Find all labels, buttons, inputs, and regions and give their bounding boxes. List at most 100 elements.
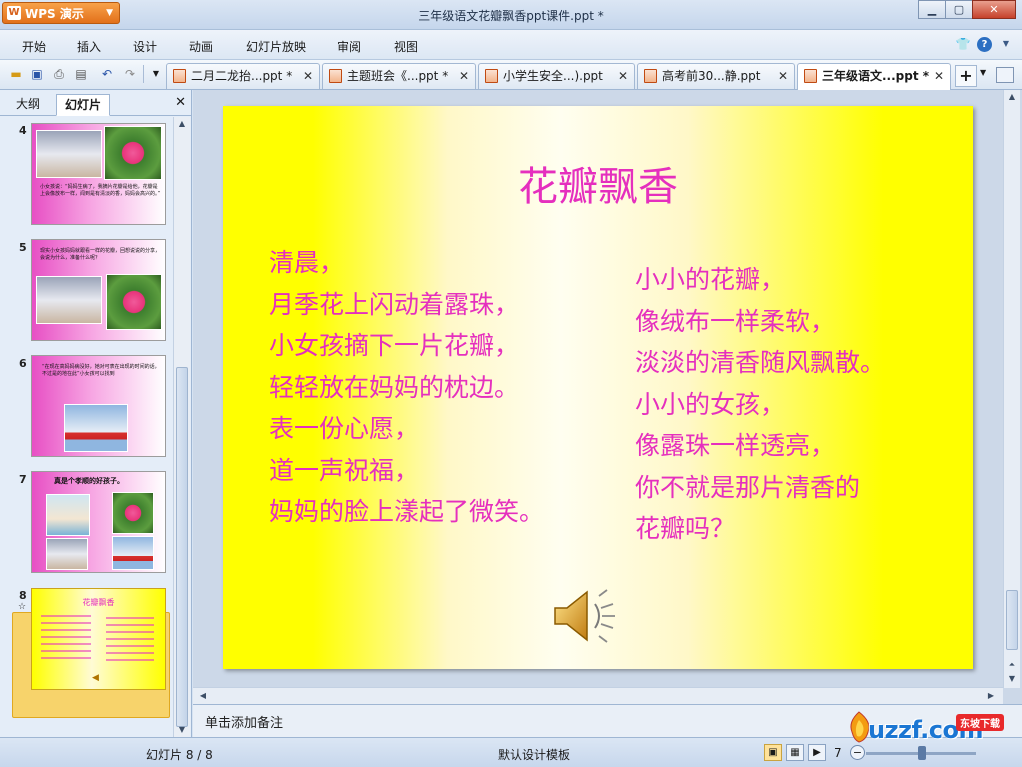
poem-line: 轻轻放在妈妈的枕边。 <box>269 372 520 402</box>
slide-counter: 幻灯片 8 / 8 <box>146 748 213 762</box>
doc-tab-label: 二月二龙抬...ppt * <box>191 69 293 83</box>
ppt-file-icon <box>329 69 342 83</box>
tab-menu-icon[interactable] <box>996 67 1014 83</box>
slide-thumbnail-text: 小女孩说：“妈妈生病了，我摘片花瓣是给他，花瓣是上会像放布一样，闻到是有清淡的香… <box>40 184 161 197</box>
slide-title[interactable]: 花瓣飘香 <box>223 154 973 212</box>
slide-thumbnail-text: 现实小女孩妈妈就跟看一样的花瓣，回想说说的分享，会说为什么，准备什么呢？ <box>40 248 161 261</box>
animation-star-icon: ☆ <box>18 602 27 612</box>
doc-tab-label: 主题班会《...ppt * <box>347 69 449 83</box>
scrollbar-thumb[interactable] <box>176 367 188 727</box>
doc-tab-4[interactable]: 高考前30...静.ppt ✕ <box>637 63 795 89</box>
slide-thumbnail-text: 真是个孝顺的好孩子。 <box>54 477 124 485</box>
open-folder-icon[interactable]: ▬ <box>8 66 24 82</box>
slide-editor: 花瓣飘香 清晨， 月季花上闪动着露珠， 小女孩摘下一片花瓣， 轻轻放在妈妈的枕边… <box>193 90 1022 704</box>
maximize-button[interactable]: ▢ <box>945 0 973 19</box>
poem-line: 表一份心愿， <box>269 414 420 443</box>
tab-list-icon[interactable]: ▼ <box>980 68 986 77</box>
scroll-down-icon[interactable]: ▼ <box>174 723 190 737</box>
title-bar: W WPS 演示 ▼ 三年级语文花瓣飘香ppt课件.ppt * ▁ ▢ ✕ <box>0 0 1022 30</box>
doc-tab-label: 三年级语文...ppt * <box>822 69 930 83</box>
poem-line: 花瓣吗？ <box>635 514 736 543</box>
window-title: 三年级语文花瓣飘香ppt课件.ppt * <box>418 9 604 23</box>
menu-review[interactable]: 审阅 <box>337 38 361 55</box>
poem-line: 月季花上闪动着露珠， <box>269 289 520 319</box>
slideshow-play-icon[interactable]: ▶ <box>808 744 826 761</box>
close-icon[interactable]: ✕ <box>618 64 628 88</box>
redo-icon[interactable]: ↷ <box>122 66 138 82</box>
menu-bar: 开始 插入 设计 动画 幻灯片放映 审阅 视图 👕 ? ▼ <box>0 30 1022 60</box>
thumbnail-text-lines <box>41 615 91 661</box>
thumbnail-rose-image <box>106 274 162 330</box>
slide-sorter-icon[interactable]: ▦ <box>786 744 804 761</box>
doc-tab-active[interactable]: 三年级语文...ppt * ✕ <box>797 63 951 90</box>
minimize-button[interactable]: ▁ <box>918 0 946 19</box>
slide-thumbnail-selected[interactable]: 花瓣飘香 ◀ <box>31 588 166 690</box>
scroll-left-icon[interactable]: ◀ <box>195 689 211 703</box>
poem-line: 小女孩摘下一片花瓣， <box>269 331 520 360</box>
skin-shirt-icon[interactable]: 👕 <box>955 36 971 52</box>
thumbnail-photo <box>112 536 154 570</box>
chevron-down-icon[interactable]: ▼ <box>998 36 1014 52</box>
doc-tab-1[interactable]: 二月二龙抬...ppt * ✕ <box>166 63 320 89</box>
menu-view[interactable]: 视图 <box>394 38 418 55</box>
menu-design[interactable]: 设计 <box>133 38 157 55</box>
editor-vertical-scrollbar[interactable]: ▲ ⏶ ▼ <box>1003 90 1020 688</box>
slide-canvas[interactable]: 花瓣飘香 清晨， 月季花上闪动着露珠， 小女孩摘下一片花瓣， 轻轻放在妈妈的枕边… <box>223 106 973 669</box>
menu-insert[interactable]: 插入 <box>77 38 101 55</box>
toolbar: ▬ ▣ ⎙ ▤ ↶ ↷ ▼ 二月二龙抬...ppt * ✕ 主题班会《...pp… <box>0 60 1022 90</box>
normal-view-icon[interactable]: ▣ <box>764 744 782 761</box>
sound-speaker-icon[interactable] <box>551 586 621 646</box>
scroll-up-icon[interactable]: ▲ <box>174 117 190 131</box>
notes-placeholder[interactable]: 单击添加备注 <box>205 712 283 731</box>
thumbnail-photo <box>64 404 128 452</box>
poem-line: 你不就是那片清香的 <box>635 472 861 502</box>
poem-right-column[interactable]: 小小的花瓣， 像绒布一样柔软， 淡淡的清香随风飘散。 小小的女孩， 像露珠一样透… <box>635 259 885 550</box>
close-icon[interactable]: ✕ <box>778 64 788 88</box>
menu-start[interactable]: 开始 <box>22 38 46 55</box>
save-icon[interactable]: ▣ <box>29 66 45 82</box>
new-tab-button[interactable]: + <box>955 65 977 87</box>
poem-line: 像露珠一样透亮， <box>635 431 836 460</box>
slide-number: 7 <box>19 473 27 486</box>
poem-left-column[interactable]: 清晨， 月季花上闪动着露珠， 小女孩摘下一片花瓣， 轻轻放在妈妈的枕边。 表一份… <box>269 242 544 533</box>
close-icon[interactable]: ✕ <box>303 64 313 88</box>
slides-panel-scrollbar[interactable]: ▲ ▼ <box>173 117 190 737</box>
menu-slideshow[interactable]: 幻灯片放映 <box>246 38 306 55</box>
print-icon[interactable]: ⎙ <box>51 66 67 82</box>
watermark-badge: 东坡下载 <box>956 714 1004 731</box>
slide-thumbnail[interactable]: 小女孩说：“妈妈生病了，我摘片花瓣是给他，花瓣是上会像放布一样，闻到是有清淡的香… <box>31 123 166 225</box>
tab-outline[interactable]: 大纲 <box>8 94 48 116</box>
slide-thumbnail[interactable]: “在现在高妈妈病没好，她对可表在出现的时间的话，不过是的地在此”小女孩可以找到 <box>31 355 166 457</box>
ppt-file-icon <box>173 69 186 83</box>
poem-line: 清晨， <box>269 248 345 277</box>
doc-tab-2[interactable]: 主题班会《...ppt * ✕ <box>322 63 476 89</box>
slide-thumbnail[interactable]: 现实小女孩妈妈就跟看一样的花瓣，回想说说的分享，会说为什么，准备什么呢？ <box>31 239 166 341</box>
close-icon[interactable]: ✕ <box>934 64 944 88</box>
design-template-name: 默认设计模板 <box>498 748 571 762</box>
page-up-icon[interactable]: ⏶ <box>1004 658 1020 672</box>
poem-line: 妈妈的脸上漾起了微笑。 <box>269 497 545 526</box>
slide-thumbnail-text: “在现在高妈妈病没好，她对可表在出现的时间的话，不过是的地在此”小女孩可以找到 <box>42 364 160 377</box>
ppt-file-icon <box>644 69 657 83</box>
slide-thumbnail[interactable]: 真是个孝顺的好孩子。 <box>31 471 166 573</box>
scroll-down-icon[interactable]: ▼ <box>1004 672 1020 686</box>
close-icon[interactable]: ✕ <box>459 64 469 88</box>
print-preview-icon[interactable]: ▤ <box>73 66 89 82</box>
menu-animation[interactable]: 动画 <box>189 38 213 55</box>
site-watermark: uzzf.com 东坡下载 <box>840 700 1020 750</box>
undo-icon[interactable]: ↶ <box>99 66 115 82</box>
slide-number: 6 <box>19 357 27 370</box>
close-icon[interactable]: ✕ <box>175 95 186 110</box>
poem-line: 小小的女孩， <box>635 389 786 419</box>
scroll-up-icon[interactable]: ▲ <box>1004 90 1020 104</box>
doc-tab-3[interactable]: 小学生安全...).ppt ✕ <box>478 63 635 89</box>
poem-line: 像绒布一样柔软， <box>635 306 836 336</box>
scrollbar-thumb[interactable] <box>1006 590 1018 650</box>
poem-line: 道一声祝福， <box>269 455 420 485</box>
thumbnail-rose-image <box>112 492 154 534</box>
toolbar-more-icon[interactable]: ▼ <box>148 66 164 82</box>
tab-slides[interactable]: 幻灯片 <box>56 94 111 116</box>
help-icon[interactable]: ? <box>977 36 992 52</box>
ppt-file-icon <box>485 69 498 83</box>
close-button[interactable]: ✕ <box>972 0 1016 19</box>
